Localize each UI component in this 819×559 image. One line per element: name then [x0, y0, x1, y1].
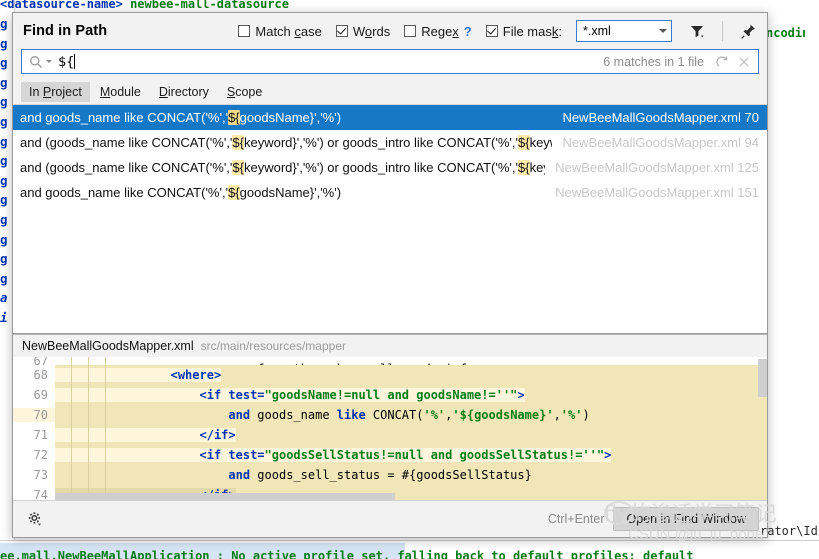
preview-file-path: src/main/resources/mapper [200, 339, 346, 354]
table-row[interactable]: and (goods_name like CONCAT('%','${keywo… [13, 155, 767, 180]
table-row[interactable]: and (goods_name like CONCAT('%','${keywo… [13, 130, 767, 155]
regex-label: Regex [421, 23, 459, 39]
find-in-path-dialog: Find in Path Match case Words Regex ? Fi… [12, 12, 768, 538]
file-mask-label: File mask: [502, 23, 562, 39]
scope-tab-scope[interactable]: Scope [219, 82, 270, 102]
search-query-text: ${ [58, 53, 76, 70]
settings-button[interactable] [25, 509, 45, 529]
code-line: 71 </if> [13, 425, 767, 446]
search-history-caret-icon[interactable] [46, 60, 52, 63]
file-mask-select[interactable]: *.xml [576, 20, 672, 42]
match-case-checkbox[interactable] [238, 25, 251, 37]
scope-tab-module[interactable]: Module [92, 82, 149, 102]
result-file: NewBeeMallGoodsMapper.xml 94 [562, 135, 759, 150]
line-number: 70 [13, 408, 55, 423]
file-mask-value: *.xml [583, 24, 611, 38]
dialog-footer: Ctrl+Enter Open in Find Window [13, 500, 767, 537]
line-number: 67 [13, 357, 55, 366]
result-file: NewBeeMallGoodsMapper.xml 70 [562, 110, 759, 125]
search-options: Match case Words Regex ? File mask: *.xm… [238, 19, 759, 43]
preview-file-name: NewBeeMallGoodsMapper.xml [22, 339, 194, 354]
line-number: 68 [13, 368, 55, 383]
code-line: 70 and goods_name like CONCAT('%','${goo… [13, 405, 767, 426]
result-text: and (goods_name like CONCAT('%','${keywo… [20, 135, 552, 150]
words-label: Words [352, 23, 391, 39]
code-line: 73 and goods_sell_status = #{goodsSellSt… [13, 465, 767, 486]
scope-tab-directory[interactable]: Directory [151, 82, 217, 102]
code-line: 72 <if test="goodsSellStatus!=null and g… [13, 445, 767, 466]
preview-code[interactable]: 67 from tb_newbee_mall_goods_info 68 <wh… [13, 357, 767, 500]
code-text: <where> [170, 368, 222, 383]
line-number: 73 [13, 468, 55, 483]
results-list[interactable]: and goods_name like CONCAT('%','${goodsN… [13, 104, 767, 334]
regex-checkbox[interactable] [404, 25, 417, 37]
line-number: 74 [13, 488, 55, 500]
regex-help-icon[interactable]: ? [464, 24, 472, 39]
chevron-down-icon [659, 29, 667, 33]
regex-option[interactable]: Regex ? [404, 24, 472, 39]
background-top-tag: <datasource-name> [0, 0, 123, 11]
words-checkbox[interactable] [335, 25, 348, 37]
preview-pane: NewBeeMallGoodsMapper.xml src/main/resou… [13, 334, 767, 500]
console-line: ee.mall.NewBeeMallApplication : No activ… [0, 549, 694, 559]
pin-icon [740, 24, 755, 39]
console-path-fragment: rator\Id [760, 524, 818, 538]
match-case-option[interactable]: Match case [238, 23, 322, 39]
result-text: and (goods_name like CONCAT('%','${keywo… [20, 160, 545, 175]
code-line: 67 from tb_newbee_mall_goods_info [13, 357, 767, 366]
refresh-icon[interactable] [714, 54, 730, 70]
screenshot-root: <datasource-name> newbee-mall-datasource… [0, 0, 819, 559]
search-row: ${ 6 matches in 1 file [13, 49, 767, 80]
result-file: NewBeeMallGoodsMapper.xml 125 [555, 160, 759, 175]
preview-vertical-scrollbar[interactable] [758, 359, 767, 398]
dialog-title: Find in Path [23, 23, 108, 39]
match-count-label: 6 matches in 1 file [603, 54, 704, 69]
search-input[interactable]: ${ 6 matches in 1 file [21, 49, 759, 74]
code-text: </if> [199, 428, 236, 443]
background-top-value: newbee-mall-datasource [130, 0, 290, 11]
line-number: 71 [13, 428, 55, 443]
table-row[interactable]: and goods_name like CONCAT('%','${goodsN… [13, 180, 767, 205]
words-option[interactable]: Words [335, 23, 391, 39]
result-file: NewBeeMallGoodsMapper.xml 151 [555, 185, 759, 200]
code-line: 68 <where> [13, 365, 767, 386]
background-top-line: <datasource-name> newbee-mall-datasource [0, 0, 289, 11]
line-number: 69 [13, 388, 55, 403]
preview-header: NewBeeMallGoodsMapper.xml src/main/resou… [13, 335, 767, 358]
clear-icon[interactable] [736, 54, 752, 70]
dialog-header: Find in Path Match case Words Regex ? Fi… [13, 13, 767, 49]
shortcut-label: Ctrl+Enter [547, 512, 605, 526]
scope-tab-in-project[interactable]: In Project [21, 81, 90, 102]
table-row[interactable]: and goods_name like CONCAT('%','${goodsN… [13, 105, 767, 130]
result-text: and goods_name like CONCAT('%','${goodsN… [20, 110, 342, 125]
console-strip: ee.mall.NewBeeMallApplication : No activ… [0, 540, 819, 559]
preview-horizontal-scrollbar[interactable] [55, 493, 395, 500]
search-icon [30, 55, 43, 68]
pin-button[interactable] [737, 19, 759, 43]
editor-scrollbar[interactable] [805, 0, 819, 559]
match-case-label: Match case [255, 23, 322, 39]
filter-icon [690, 25, 703, 37]
open-in-find-window-button[interactable]: Open in Find Window [613, 507, 759, 531]
code-line: 69 <if test="goodsName!=null and goodsNa… [13, 385, 767, 406]
file-mask-option[interactable]: File mask: [485, 23, 562, 39]
gear-icon [28, 512, 41, 526]
line-number: 72 [13, 448, 55, 463]
footer-actions: Ctrl+Enter Open in Find Window [548, 507, 759, 531]
file-mask-checkbox[interactable] [485, 25, 498, 37]
scope-tabs: In Project Module Directory Scope [13, 80, 767, 103]
filter-button[interactable] [686, 19, 708, 43]
toolbar-separator [722, 21, 723, 41]
result-text: and goods_name like CONCAT('%','${goodsN… [20, 185, 342, 200]
